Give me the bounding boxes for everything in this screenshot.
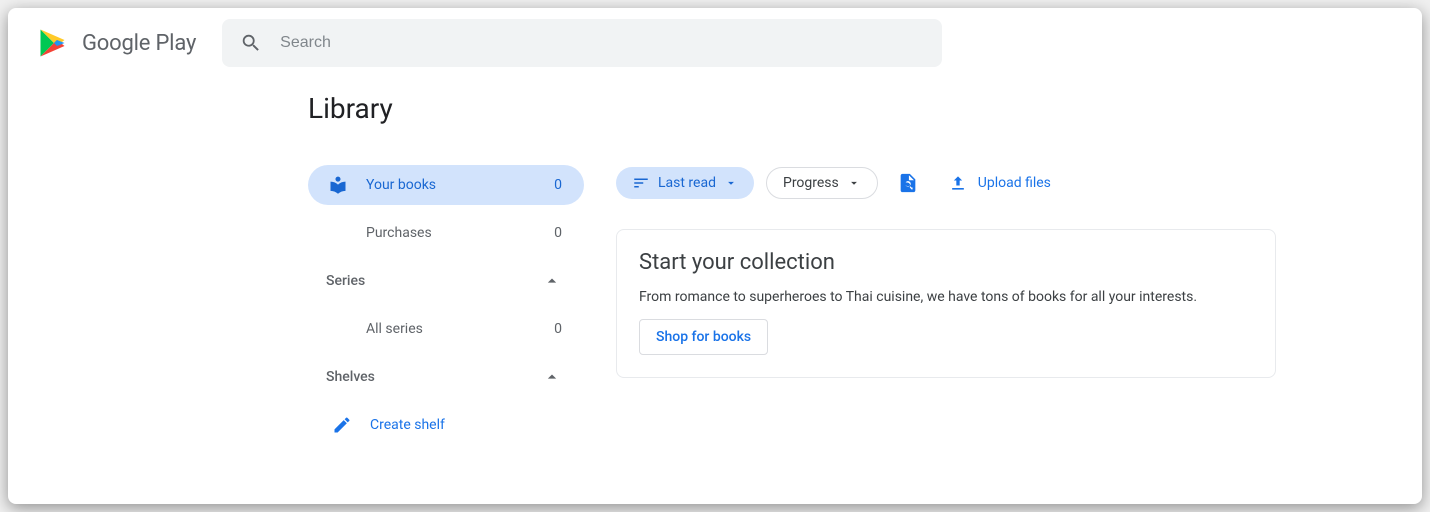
dropdown-icon (847, 176, 861, 190)
upload-icon (948, 173, 968, 193)
sidebar-item-count: 0 (554, 225, 562, 241)
brand-text: Google Play (82, 31, 196, 56)
progress-label: Progress (783, 175, 839, 191)
searchbar[interactable] (222, 19, 942, 67)
page-search-icon (897, 172, 919, 194)
sidebar: Your books 0 Purchases 0 Series All seri… (308, 165, 584, 445)
sort-chip[interactable]: Last read (616, 167, 754, 199)
chevron-up-icon (542, 367, 562, 387)
chevron-up-icon (542, 271, 562, 291)
sidebar-item-label: All series (366, 321, 423, 337)
sidebar-item-all-series[interactable]: All series 0 (308, 309, 584, 349)
button-label: Shop for books (656, 329, 751, 345)
progress-chip[interactable]: Progress (766, 167, 878, 199)
shop-for-books-button[interactable]: Shop for books (639, 319, 768, 355)
search-icon (240, 32, 262, 54)
create-shelf-button[interactable]: Create shelf (308, 405, 584, 445)
toolbar: Last read Progress Up (616, 165, 1408, 201)
sidebar-item-purchases[interactable]: Purchases 0 (308, 213, 584, 253)
topbar: Google Play (22, 8, 1408, 78)
page-title: Library (308, 92, 1408, 125)
play-logo-icon (36, 25, 72, 61)
sidebar-item-your-books[interactable]: Your books 0 (308, 165, 584, 205)
card-title: Start your collection (639, 250, 1253, 275)
sidebar-group-label: Shelves (326, 369, 375, 385)
upload-label: Upload files (978, 175, 1051, 191)
sidebar-group-shelves[interactable]: Shelves (308, 357, 584, 397)
card-body: From romance to superheroes to Thai cuis… (639, 289, 1253, 305)
empty-state-card: Start your collection From romance to su… (616, 229, 1276, 378)
upload-files-button[interactable]: Upload files (948, 173, 1051, 193)
sidebar-item-count: 0 (554, 177, 562, 193)
brand[interactable]: Google Play (36, 25, 196, 61)
sidebar-item-label: Purchases (366, 225, 432, 241)
main: Last read Progress Up (616, 165, 1408, 445)
app-window: Google Play Library Your books 0 Purch (8, 8, 1422, 504)
create-shelf-label: Create shelf (370, 417, 445, 433)
sidebar-group-series[interactable]: Series (308, 261, 584, 301)
view-toggle-button[interactable] (890, 165, 926, 201)
pencil-icon (332, 415, 352, 435)
library-icon (328, 175, 348, 195)
sidebar-item-label: Your books (366, 177, 436, 193)
sort-icon (632, 174, 650, 192)
content: Your books 0 Purchases 0 Series All seri… (22, 165, 1408, 445)
sort-label: Last read (658, 175, 716, 191)
sidebar-group-label: Series (326, 273, 365, 289)
search-input[interactable] (280, 34, 924, 52)
dropdown-icon (724, 176, 738, 190)
sidebar-item-count: 0 (554, 321, 562, 337)
